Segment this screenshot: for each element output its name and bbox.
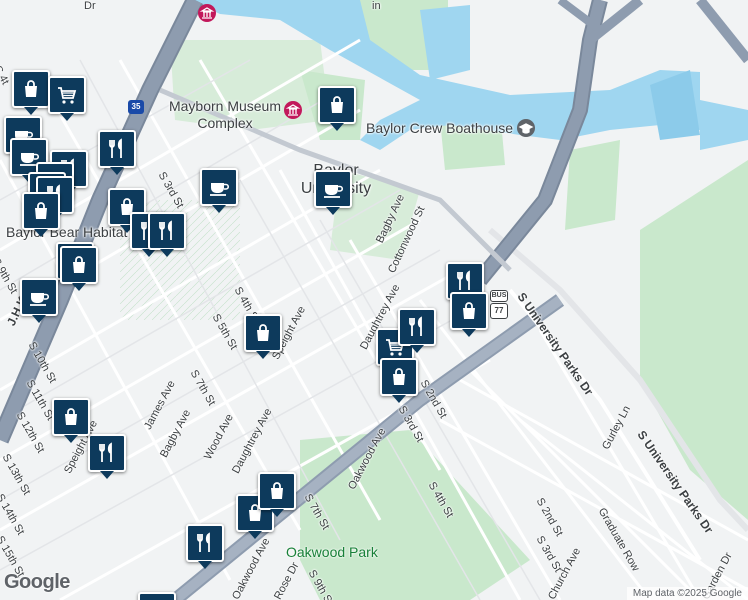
shopping-bag-marker[interactable] — [12, 70, 50, 115]
highway-east — [696, 0, 748, 64]
boathouse-label[interactable]: Baylor Crew Boathouse — [366, 120, 513, 136]
shopping-bag-marker[interactable] — [244, 314, 282, 359]
google-logo: Google — [4, 571, 70, 593]
cafe-marker[interactable] — [22, 192, 60, 237]
restaurant-marker[interactable] — [186, 524, 224, 569]
boathouse-graduation-icon[interactable] — [517, 119, 535, 137]
mayborn-museum-icon[interactable] — [284, 101, 302, 119]
cafe-marker[interactable] — [20, 278, 58, 323]
mayborn-museum-label[interactable]: Mayborn Museum Complex — [166, 98, 284, 132]
cafe-marker[interactable] — [200, 168, 238, 213]
shopping-bag-marker[interactable] — [318, 86, 356, 131]
business-route-shield: BUS — [490, 290, 508, 302]
shopping-bag-marker[interactable] — [52, 398, 90, 443]
shopping-bag-marker[interactable] — [258, 472, 296, 517]
shopping-bag-marker[interactable] — [138, 592, 176, 600]
oakwood-park-area — [300, 430, 530, 600]
us-77-shield: 77 — [490, 303, 508, 319]
shopping-bag-marker[interactable] — [450, 292, 488, 337]
baylor-east-green — [565, 140, 620, 230]
restaurant-marker[interactable] — [148, 212, 186, 257]
oakwood-park-label[interactable]: Oakwood Park — [286, 544, 378, 560]
map-attribution[interactable]: Map data ©2025 Google — [626, 587, 748, 600]
cafe-marker[interactable] — [314, 170, 352, 215]
shopping-bag-marker[interactable] — [60, 246, 98, 291]
shopping-bag-marker[interactable] — [380, 358, 418, 403]
restaurant-marker[interactable] — [88, 434, 126, 479]
shopping-cart-marker[interactable] — [48, 76, 86, 121]
museum-pin-icon[interactable] — [198, 4, 216, 22]
map-canvas[interactable]: 35 BUS 77 Mayborn Museum Complex Baylor … — [0, 0, 748, 600]
restaurant-marker[interactable] — [98, 130, 136, 175]
restaurant-marker[interactable] — [398, 308, 436, 353]
interstate-35-shield: 35 — [128, 100, 144, 114]
map-base-layer — [0, 0, 748, 600]
street-label: in — [372, 0, 381, 12]
street-label: Dr — [84, 0, 96, 12]
